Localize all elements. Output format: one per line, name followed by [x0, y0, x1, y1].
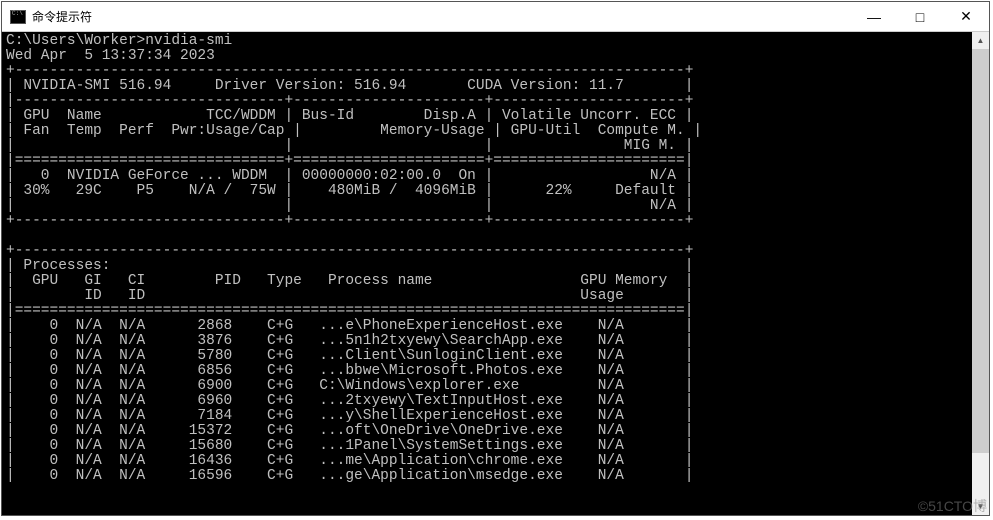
- scroll-down-button[interactable]: ▼: [972, 498, 989, 515]
- cmd-icon: [10, 10, 26, 24]
- titlebar[interactable]: 命令提示符 — □ ✕: [2, 2, 989, 32]
- minimize-button[interactable]: —: [851, 2, 897, 31]
- cmd-window: 命令提示符 — □ ✕ C:\Users\Worker>nvidia-smi W…: [1, 1, 990, 516]
- scroll-up-button[interactable]: ▲: [972, 32, 989, 49]
- scroll-track[interactable]: [972, 49, 989, 498]
- terminal-output[interactable]: C:\Users\Worker>nvidia-smi Wed Apr 5 13:…: [2, 32, 972, 515]
- scroll-thumb[interactable]: [972, 49, 989, 453]
- window-title: 命令提示符: [32, 8, 851, 25]
- scrollbar[interactable]: ▲ ▼: [972, 32, 989, 515]
- close-button[interactable]: ✕: [943, 2, 989, 31]
- terminal-area: C:\Users\Worker>nvidia-smi Wed Apr 5 13:…: [2, 32, 989, 515]
- maximize-button[interactable]: □: [897, 2, 943, 31]
- window-buttons: — □ ✕: [851, 2, 989, 31]
